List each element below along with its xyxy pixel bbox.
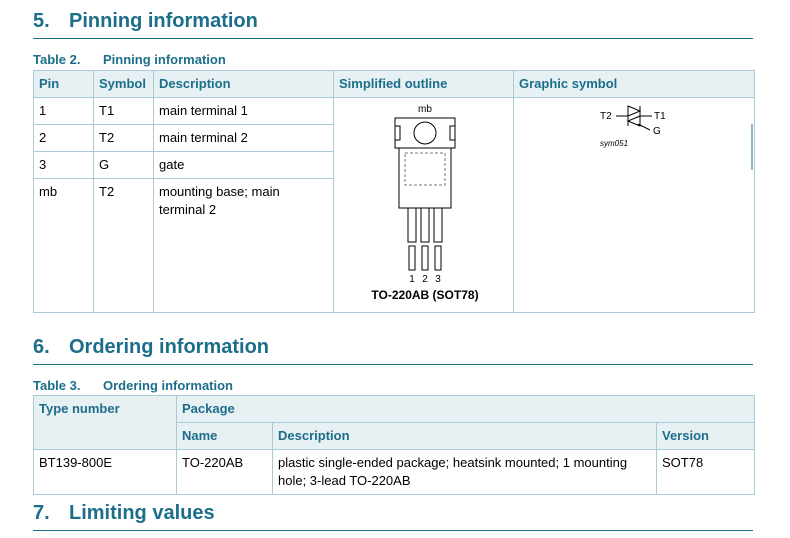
- triac-symbol-drawing: T2 T1 G sym051: [600, 105, 753, 170]
- symbol-cell: G: [93, 151, 154, 179]
- section-6-number: 6.: [33, 336, 50, 358]
- header-version: Version: [655, 422, 756, 450]
- symbol-cell: T2: [93, 178, 154, 313]
- description-cell: main terminal 2: [153, 124, 334, 152]
- header-package-description: Description: [272, 422, 657, 450]
- graphic-symbol-cell: T2 T1 G sym051: [513, 97, 755, 313]
- table-row: BT139-800E TO-220AB plastic single-ended…: [33, 449, 756, 495]
- table-3-caption: Table 3. Ordering information: [33, 378, 233, 393]
- table-row: 1 T1 main terminal 1 mb 1 2 3 TO-220AB (…: [33, 97, 755, 313]
- header-simplified-outline: Simplified outline: [333, 70, 514, 98]
- package-description-cell: plastic single-ended package; heatsink m…: [272, 449, 657, 495]
- pin-number-3: 3: [435, 274, 441, 285]
- description-cell: gate: [153, 151, 334, 179]
- type-number-cell: BT139-800E: [33, 449, 177, 495]
- section-6-title: Ordering information: [69, 336, 269, 358]
- mb-label: mb: [418, 104, 432, 115]
- header-graphic-symbol: Graphic symbol: [513, 70, 755, 98]
- table-2-title: Pinning information: [103, 52, 226, 67]
- pin-cell: 2: [33, 124, 94, 152]
- section-5-title: Pinning information: [69, 10, 258, 32]
- pin-number-2: 2: [422, 274, 428, 285]
- description-cell: mounting base; main terminal 2: [153, 178, 334, 313]
- section-5-number: 5.: [33, 10, 50, 32]
- description-cell: main terminal 1: [153, 97, 334, 125]
- symbol-cell: T2: [93, 124, 154, 152]
- header-type-number: Type number: [33, 395, 177, 450]
- version-cell: SOT78: [655, 449, 756, 495]
- symbol-t1-label: T1: [654, 111, 666, 122]
- table-3-label: Table 3.: [33, 378, 81, 393]
- pin-cell: mb: [33, 178, 94, 313]
- section-6-heading: 6. Ordering information: [33, 336, 753, 365]
- header-package: Package: [175, 395, 756, 423]
- section-7-title: Limiting values: [69, 502, 215, 524]
- simplified-outline-cell: mb 1 2 3 TO-220AB (SOT78): [333, 97, 514, 313]
- table-2-label: Table 2.: [33, 52, 81, 67]
- pin-number-1: 1: [409, 274, 415, 285]
- header-description: Description: [153, 70, 334, 98]
- pin-cell: 1: [33, 97, 94, 125]
- section-7-heading: 7. Limiting values: [33, 502, 753, 531]
- symbol-reference: sym051: [600, 139, 628, 148]
- table-2-caption: Table 2. Pinning information: [33, 52, 226, 67]
- package-name-label: TO-220AB (SOT78): [371, 288, 478, 302]
- pinning-table: Pin Symbol Description Simplified outlin…: [33, 70, 755, 313]
- header-pin: Pin: [33, 70, 94, 98]
- table-3-title: Ordering information: [103, 378, 233, 393]
- header-name: Name: [176, 422, 273, 450]
- symbol-cell: T1: [93, 97, 154, 125]
- section-5-heading: 5. Pinning information: [33, 10, 753, 39]
- symbol-g-label: G: [653, 126, 661, 137]
- section-7-number: 7.: [33, 502, 50, 524]
- pin-cell: 3: [33, 151, 94, 179]
- to220-outline-drawing: mb 1 2 3 TO-220AB (SOT78): [371, 104, 478, 302]
- symbol-t2-label: T2: [600, 111, 612, 122]
- package-name-cell: TO-220AB: [176, 449, 273, 495]
- header-symbol: Symbol: [93, 70, 154, 98]
- ordering-table: Type number Package Name Description Ver…: [33, 395, 756, 495]
